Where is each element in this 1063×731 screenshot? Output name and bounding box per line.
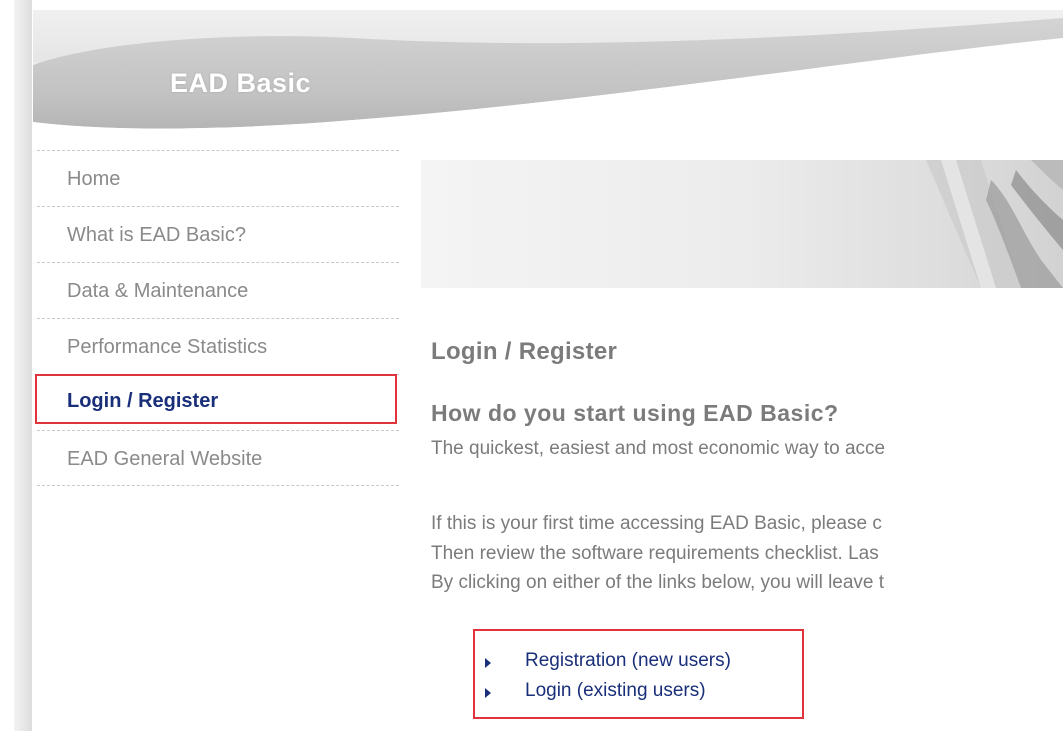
- lead-text: The quickest, easiest and most economic …: [431, 438, 886, 459]
- sidebar-item-label[interactable]: What is EAD Basic?: [67, 224, 246, 247]
- sidebar-item-label[interactable]: Data & Maintenance: [67, 280, 248, 303]
- sidebar-item-label[interactable]: Home: [67, 168, 120, 191]
- sidebar-nav: Home What is EAD Basic? Data & Maintenan…: [35, 150, 399, 486]
- sidebar-item-label[interactable]: EAD General Website: [67, 448, 262, 471]
- paragraph-line: By clicking on either of the links below…: [431, 572, 885, 593]
- section-heading: How do you start using EAD Basic?: [431, 400, 839, 426]
- right-arrow-icon: [485, 688, 491, 698]
- sidebar-item-label[interactable]: Login / Register: [67, 390, 218, 413]
- sidebar-item-data-maintenance[interactable]: Data & Maintenance: [37, 262, 399, 318]
- sidebar-item-what-is-ead-basic[interactable]: What is EAD Basic?: [37, 206, 399, 262]
- paragraph-line: Then review the software requirements ch…: [431, 543, 879, 564]
- banner-image: [421, 160, 1063, 288]
- sidebar-item-home[interactable]: Home: [37, 150, 399, 206]
- login-link[interactable]: Login (existing users): [525, 680, 706, 702]
- site-header: EAD Basic: [33, 10, 1063, 140]
- site-logo[interactable]: EAD Basic: [170, 68, 311, 99]
- registration-link[interactable]: Registration (new users): [525, 650, 731, 672]
- sidebar-item-performance-statistics[interactable]: Performance Statistics: [37, 318, 399, 374]
- page: EAD Basic Home What is EAD Basic? Data &…: [0, 0, 1063, 731]
- left-edge-shadow: [14, 0, 32, 731]
- sidebar-item-label[interactable]: Performance Statistics: [67, 336, 267, 359]
- nav-list: Home What is EAD Basic? Data & Maintenan…: [37, 150, 399, 486]
- page-left-edge: [0, 0, 33, 731]
- right-arrow-icon: [485, 658, 491, 668]
- sidebar-item-login-register[interactable]: Login / Register: [37, 374, 399, 430]
- sidebar-item-ead-general-website[interactable]: EAD General Website: [37, 430, 399, 486]
- account-links-box: Registration (new users) Login (existing…: [473, 629, 804, 719]
- paragraph-line: If this is your first time accessing EAD…: [431, 513, 882, 534]
- page-title: Login / Register: [431, 338, 618, 365]
- banner-graphic: [926, 160, 1063, 288]
